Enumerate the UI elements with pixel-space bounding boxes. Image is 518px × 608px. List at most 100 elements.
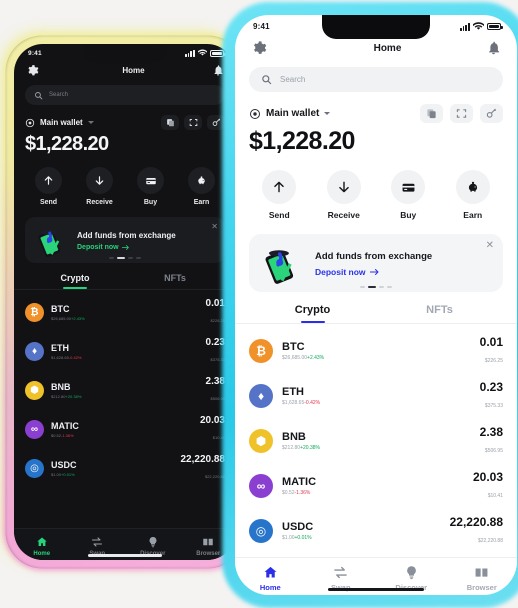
battery-icon	[487, 23, 503, 30]
asset-change: +0.01%	[294, 534, 312, 541]
search-input[interactable]: Search	[25, 85, 225, 105]
asset-symbol: BNB	[282, 430, 306, 443]
asset-symbol: MATIC	[51, 421, 79, 431]
arrow-up-icon	[262, 170, 297, 204]
asset-symbol: USDC	[282, 520, 314, 533]
wallet-actions	[420, 104, 503, 123]
asset-symbol: BTC	[282, 340, 305, 353]
phone-mockup-dark: 9:41 Home Search Main wallet $1,228.20 S…	[8, 38, 242, 566]
asset-price: $1.00	[51, 472, 62, 477]
asset-row[interactable]: ◎ USDC $1.00+0.01% 22,220.88 $22,220.88	[25, 449, 225, 488]
asset-list: ₿ BTC $26,685.00+2.43% 0.01 $226.25 ♦ ETH $1,62…	[14, 290, 236, 488]
tab-crypto[interactable]: Crypto	[25, 273, 125, 289]
tab-nfts[interactable]: NFTs	[125, 273, 225, 289]
arrow-down-icon	[86, 167, 113, 194]
asset-amount: 20.03	[472, 469, 503, 484]
asset-change: -0.42%	[304, 399, 321, 406]
tab-crypto[interactable]: Crypto	[249, 304, 376, 323]
asset-price: $1,628.65	[51, 355, 69, 360]
signal-icon	[459, 23, 470, 31]
wallet-selector[interactable]: Main wallet	[249, 108, 331, 120]
promo-illustration	[259, 244, 305, 284]
coin-icon: ₿	[249, 338, 273, 363]
receive-button[interactable]: Receive	[312, 170, 377, 220]
asset-usd-value: $375.33	[484, 402, 503, 409]
asset-change: -1.36%	[294, 489, 311, 496]
nav-home[interactable]: Home	[14, 536, 70, 557]
wallet-row: Main wallet	[25, 115, 225, 130]
promo-title: Add funds from exchange	[315, 251, 433, 262]
phone-mockup-light: 9:41 Home Search Main wallet $1,228.20 S…	[228, 8, 518, 602]
asset-price: $0.52	[51, 433, 62, 438]
nav-browser[interactable]: Browser	[447, 565, 518, 592]
chevron-down-icon	[324, 112, 331, 115]
earn-label: Earn	[463, 210, 483, 220]
deposit-now-link[interactable]: Deposit now	[77, 244, 217, 251]
buy-label: Buy	[400, 210, 417, 220]
wallet-actions	[161, 115, 225, 130]
promo-banner[interactable]: Add funds from exchange Deposit now ✕	[249, 234, 503, 292]
arrow-down-icon	[326, 170, 361, 204]
asset-row[interactable]: ∞ MATIC $0.52-1.36% 20.03 $10.41	[25, 410, 225, 449]
piggy-bank-icon	[188, 167, 215, 194]
search-placeholder: Search	[280, 75, 306, 84]
send-button[interactable]: Send	[23, 167, 74, 206]
nav-home-label: Home	[259, 583, 281, 592]
receive-label: Receive	[86, 199, 113, 206]
copy-icon[interactable]	[420, 104, 443, 123]
copy-icon[interactable]	[161, 115, 179, 130]
bell-icon[interactable]	[486, 40, 501, 56]
bulb-icon	[406, 566, 416, 580]
asset-row[interactable]: ⬢ BNB $212.80+20.38% 2.38 $506.95	[25, 371, 225, 410]
coin-icon: ∞	[25, 420, 44, 439]
search-input[interactable]: Search	[249, 67, 503, 92]
carousel-dots	[249, 286, 503, 288]
asset-tabs: Crypto NFTs	[25, 273, 225, 289]
asset-usd-value: $506.95	[484, 447, 503, 454]
asset-price: $0.52	[282, 489, 295, 496]
wifi-icon	[198, 49, 207, 56]
wallet-selector[interactable]: Main wallet	[25, 118, 94, 128]
asset-row[interactable]: ⬢ BNB $212.80+20.38% 2.38 $506.95	[249, 418, 503, 463]
nav-home[interactable]: Home	[235, 565, 306, 592]
asset-row[interactable]: ₿ BTC $26,685.00+2.43% 0.01 $226.25	[249, 328, 503, 373]
home-indicator	[328, 587, 424, 591]
buy-label: Buy	[143, 199, 158, 206]
asset-price: $26,685.00	[51, 316, 72, 321]
coin-icon: ∞	[249, 473, 273, 498]
promo-banner[interactable]: Add funds from exchange Deposit now ✕	[25, 217, 225, 263]
asset-change: +20.38%	[65, 394, 82, 399]
home-icon	[264, 566, 277, 578]
arrow-right-icon	[121, 245, 129, 250]
connect-icon[interactable]	[480, 104, 503, 123]
asset-row[interactable]: ◎ USDC $1.00+0.01% 22,220.88 $22,220.88	[249, 508, 503, 553]
scan-icon[interactable]	[184, 115, 202, 130]
nav-home-label: Home	[33, 551, 51, 557]
asset-row[interactable]: ∞ MATIC $0.52-1.36% 20.03 $10.41	[249, 463, 503, 508]
gear-icon[interactable]	[251, 40, 267, 56]
notch	[83, 44, 167, 63]
nav-browser-label: Browser	[466, 583, 497, 592]
buy-button[interactable]: Buy	[376, 170, 441, 220]
earn-button[interactable]: Earn	[441, 170, 506, 220]
earn-button[interactable]: Earn	[176, 167, 227, 206]
scan-icon[interactable]	[450, 104, 473, 123]
credit-card-icon	[391, 170, 426, 204]
close-icon[interactable]: ✕	[486, 241, 494, 251]
deposit-now-link[interactable]: Deposit now	[315, 267, 493, 277]
asset-row[interactable]: ₿ BTC $26,685.00+2.43% 0.01 $226.25	[25, 293, 225, 332]
close-icon[interactable]: ✕	[211, 223, 218, 231]
buy-button[interactable]: Buy	[125, 167, 176, 206]
asset-row[interactable]: ♦ ETH $1,628.65-0.42% 0.23 $375.33	[25, 332, 225, 371]
receive-button[interactable]: Receive	[74, 167, 125, 206]
asset-change: -0.42%	[68, 355, 82, 360]
search-placeholder: Search	[49, 92, 69, 98]
gear-icon[interactable]	[26, 64, 39, 77]
tab-nfts[interactable]: NFTs	[376, 304, 503, 323]
asset-list: ₿ BTC $26,685.00+2.43% 0.01 $226.25 ♦ ETH $1,62…	[235, 324, 517, 553]
asset-usd-value: $10.41	[487, 492, 503, 499]
send-button[interactable]: Send	[247, 170, 312, 220]
asset-tabs: Crypto NFTs	[249, 304, 503, 323]
asset-change: +0.01%	[61, 472, 75, 477]
asset-row[interactable]: ♦ ETH $1,628.65-0.42% 0.23 $375.33	[249, 373, 503, 418]
